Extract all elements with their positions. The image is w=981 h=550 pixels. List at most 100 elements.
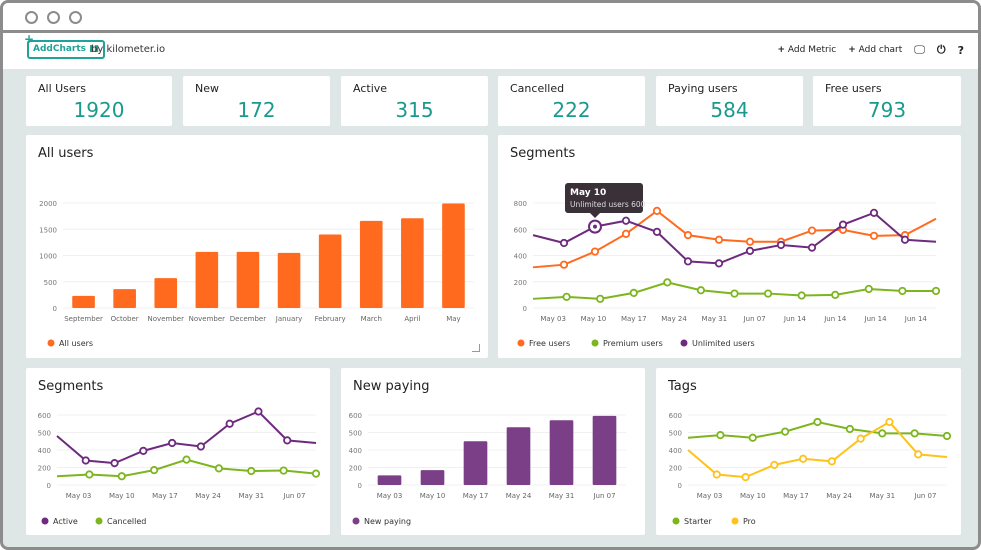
bar: [506, 427, 531, 485]
data-point: [714, 235, 724, 244]
power-icon[interactable]: ⏻: [937, 43, 946, 57]
stat-card[interactable]: Free users 793: [813, 76, 961, 126]
y-tick-label: 800: [514, 200, 527, 208]
data-point: [712, 470, 721, 479]
stat-card[interactable]: New 172: [183, 76, 330, 126]
stat-card[interactable]: Active 315: [341, 76, 488, 126]
stat-card[interactable]: All Users 1920: [26, 76, 172, 126]
y-tick-label: 400: [669, 447, 682, 455]
window-maximize-button[interactable]: [69, 11, 82, 24]
data-point: [562, 292, 571, 301]
y-tick-label: 200: [349, 465, 362, 473]
y-tick-label: 0: [523, 305, 527, 313]
data-point: [807, 243, 817, 252]
tooltip-title: May 10: [570, 188, 606, 198]
stat-value: 1920: [73, 98, 125, 122]
data-point: [254, 407, 263, 416]
legend-label: All users: [59, 339, 93, 348]
data-point: [279, 466, 288, 475]
bar: [359, 220, 383, 308]
x-tick-label: May 03: [377, 492, 403, 500]
stat-value: 584: [710, 98, 749, 122]
data-point: [182, 455, 191, 464]
resize-icon[interactable]: [472, 344, 480, 352]
x-tick-label: May 03: [697, 492, 723, 500]
bar: [113, 289, 136, 308]
y-tick-label: 500: [44, 279, 57, 287]
data-point: [559, 238, 569, 248]
stat-label: Active: [353, 82, 388, 95]
highlighted-point-center: [593, 224, 597, 229]
bar: [401, 218, 424, 308]
data-point: [168, 438, 177, 448]
stat-card[interactable]: Paying users 584: [656, 76, 803, 126]
data-point: [838, 220, 848, 229]
panel-new-paying: New paying 0 200 400 500 600 May 03 May 10 May …: [341, 368, 645, 535]
y-tick-label: 200: [514, 279, 527, 287]
data-point: [827, 457, 836, 466]
x-tick-label: Jun 07: [592, 492, 615, 500]
series-line: [56, 410, 317, 465]
stat-value: 222: [552, 98, 591, 122]
x-tick-label: May 10: [740, 492, 766, 500]
x-tick-label: Jun 14: [904, 315, 928, 323]
bar: [592, 415, 617, 485]
tooltip-text: Unlimited users 600: [570, 200, 646, 209]
x-tick-label: May 17: [152, 492, 178, 500]
data-point: [807, 226, 817, 235]
bar: [154, 278, 178, 308]
y-tick-label: 0: [53, 305, 57, 313]
x-tick-label: May 31: [238, 492, 264, 500]
x-tick-label: May 24: [506, 492, 532, 500]
add-chart-button[interactable]: + Add chart: [848, 45, 902, 55]
x-tick-label: May 10: [581, 315, 607, 323]
y-tick-label: 500: [349, 430, 362, 438]
data-point: [885, 417, 894, 427]
monitor-icon[interactable]: 🖵: [914, 43, 925, 57]
legend-marker: [517, 339, 525, 347]
data-point: [878, 429, 887, 438]
add-metric-label: Add Metric: [787, 45, 837, 55]
legend-marker: [352, 517, 360, 525]
x-tick-label: Jun 07: [743, 315, 766, 323]
data-point: [150, 466, 159, 475]
stat-label: Free users: [825, 82, 882, 95]
window-close-button[interactable]: [25, 11, 38, 24]
data-point: [214, 464, 223, 473]
data-point: [110, 459, 119, 468]
stat-value: 315: [395, 98, 434, 122]
add-metric-button[interactable]: + Add Metric: [778, 45, 837, 55]
data-point: [931, 286, 941, 296]
y-tick-label: 400: [514, 253, 527, 261]
data-point: [683, 231, 693, 240]
x-tick-label: November: [148, 315, 185, 323]
x-tick-label: September: [64, 315, 103, 323]
stat-label: All Users: [38, 82, 86, 95]
x-tick-label: March: [361, 315, 382, 323]
stat-card[interactable]: Cancelled 222: [498, 76, 645, 126]
help-icon[interactable]: ?: [958, 44, 964, 57]
y-tick-label: 600: [38, 412, 51, 420]
x-tick-label: May 03: [66, 492, 92, 500]
data-point: [730, 289, 739, 298]
stat-label: Paying users: [668, 82, 738, 95]
x-tick-label: Jun 14: [823, 315, 847, 323]
data-point: [663, 278, 672, 287]
data-point: [621, 229, 631, 238]
data-point: [629, 288, 638, 298]
bar: [463, 441, 488, 485]
y-tick-label: 600: [349, 412, 362, 420]
x-tick-label: Jun 07: [913, 492, 936, 500]
y-tick-label: 400: [38, 447, 51, 455]
bar: [72, 295, 95, 308]
y-tick-label: 0: [47, 482, 51, 490]
stat-label: New: [195, 82, 219, 95]
data-point: [81, 456, 90, 465]
window-minimize-button[interactable]: [47, 11, 60, 24]
data-point: [900, 235, 910, 244]
data-point: [748, 433, 757, 442]
data-point: [813, 417, 822, 427]
data-point: [117, 472, 126, 481]
legend-label: Premium users: [603, 339, 663, 348]
brand-byline: by kilometer.io: [91, 44, 166, 55]
